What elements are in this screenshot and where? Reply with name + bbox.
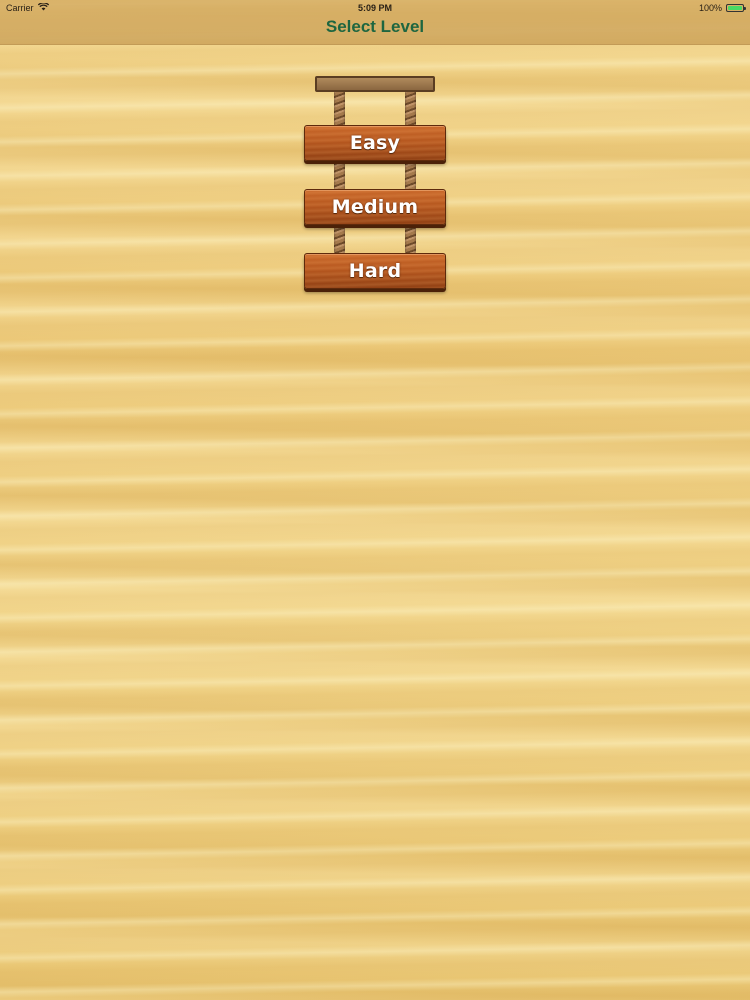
rope-right	[405, 78, 416, 256]
hard-level-button[interactable]: Hard	[304, 253, 446, 289]
easy-level-label: Easy	[349, 132, 401, 154]
battery-icon	[726, 4, 746, 12]
status-bar: Carrier 5:09 PM 100%	[0, 0, 750, 16]
status-right: 100%	[698, 3, 746, 13]
level-ladder: Easy Medium Hard	[300, 72, 450, 302]
ladder-top-bar	[315, 76, 435, 92]
medium-level-button[interactable]: Medium	[304, 189, 446, 225]
hard-level-label: Hard	[348, 260, 402, 282]
battery-percent: 100%	[698, 3, 722, 13]
battery-fill	[728, 6, 742, 10]
medium-level-label: Medium	[331, 196, 419, 218]
easy-level-button[interactable]: Easy	[304, 125, 446, 161]
rope-left	[334, 78, 345, 256]
status-time: 5:09 PM	[357, 3, 392, 13]
page-title: Select Level	[325, 17, 425, 36]
